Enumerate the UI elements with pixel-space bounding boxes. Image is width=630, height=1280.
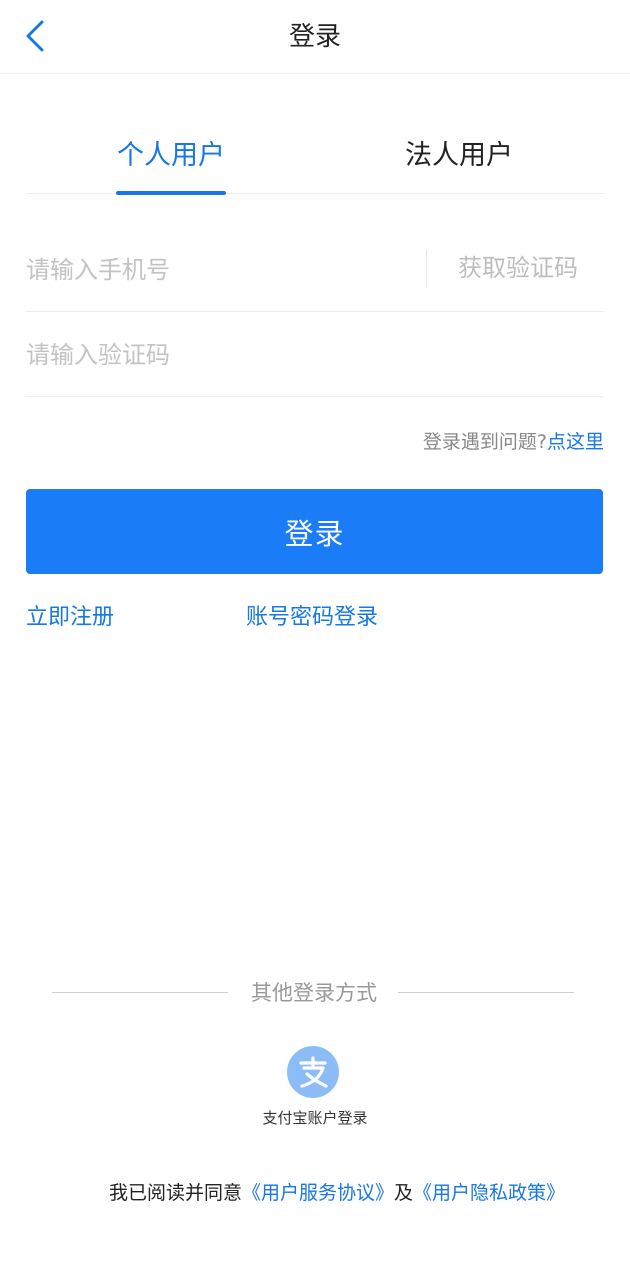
privacy-policy-link[interactable]: 《用户隐私政策》 — [413, 1182, 565, 1204]
get-code-button[interactable]: 获取验证码 — [458, 250, 578, 286]
password-login-link[interactable]: 账号密码登录 — [246, 602, 378, 634]
tab-legal-user[interactable]: 法人用户 — [404, 136, 514, 194]
code-row — [26, 311, 604, 397]
agreement-line: 我已阅读并同意《用户服务协议》及《用户隐私政策》 — [0, 1178, 630, 1208]
header-bar: 登录 — [0, 0, 630, 74]
login-button[interactable]: 登录 — [26, 489, 603, 574]
divider-left — [52, 992, 228, 993]
login-help: 登录遇到问题?点这里 — [423, 428, 604, 456]
login-help-text: 登录遇到问题? — [422, 431, 547, 453]
user-type-tabs: 个人用户 法人用户 — [26, 126, 604, 195]
alipay-icon[interactable] — [287, 1046, 339, 1098]
page-title: 登录 — [288, 22, 341, 52]
service-agreement-link[interactable]: 《用户服务协议》 — [242, 1182, 394, 1204]
phone-row: 获取验证码 — [26, 226, 604, 312]
verification-code-input[interactable] — [26, 333, 586, 377]
other-login-title: 其他登录方式 — [251, 981, 377, 1005]
tab-active-indicator — [116, 191, 226, 195]
tab-label: 法人用户 — [405, 140, 513, 171]
alipay-login-label: 支付宝账户登录 — [262, 1109, 368, 1127]
tab-personal-user[interactable]: 个人用户 — [116, 136, 226, 195]
divider-right — [398, 992, 574, 993]
divider — [426, 250, 427, 288]
agreement-and: 及 — [394, 1182, 414, 1204]
login-page: 登录 个人用户 法人用户 获取验证码 登录遇到问题?点这里 登录 立即注册 账号… — [0, 0, 630, 1280]
agreement-text: 我已阅读并同意 — [108, 1182, 242, 1204]
login-help-link[interactable]: 点这里 — [547, 431, 604, 453]
register-link[interactable]: 立即注册 — [26, 602, 114, 634]
tab-label: 个人用户 — [117, 140, 225, 171]
phone-input[interactable] — [26, 248, 406, 292]
